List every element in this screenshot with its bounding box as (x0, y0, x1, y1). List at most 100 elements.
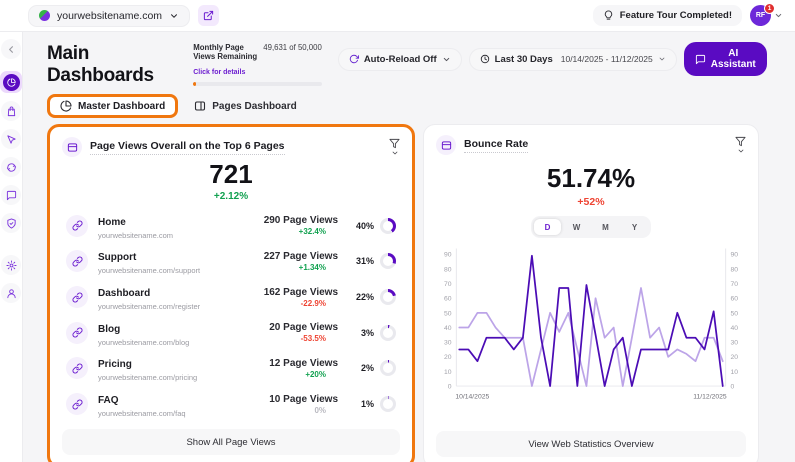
page-views-delta: 0% (226, 406, 338, 415)
date-range-picker[interactable]: Last 30 Days 10/14/2025 - 11/12/2025 (469, 48, 677, 71)
link-icon (66, 322, 88, 344)
browser-window-icon (436, 135, 456, 155)
total-page-views-delta: +2.12% (62, 191, 400, 202)
sidebar-item-security[interactable] (1, 213, 21, 233)
quota-widget: Monthly Page Views Remaining 49,631 of 5… (193, 43, 322, 86)
auto-reload-dropdown[interactable]: Auto-Reload Off (338, 48, 462, 71)
svg-text:20: 20 (731, 354, 739, 361)
collapse-sidebar-button[interactable] (1, 39, 21, 59)
sidebar-item-dashboard[interactable] (0, 71, 22, 93)
page-row-pricing[interactable]: Pricingyourwebsitename.com/pricing 12 Pa… (62, 354, 400, 382)
external-link-icon (203, 10, 214, 21)
link-icon (66, 250, 88, 272)
ai-assistant-button[interactable]: AI Assistant (684, 42, 767, 76)
page-name: Dashboard (98, 288, 150, 299)
master-dashboard-icon (60, 100, 72, 112)
tab-master-dashboard[interactable]: Master Dashboard (47, 94, 178, 118)
share-donut (380, 325, 396, 341)
page-views-count: 227 Page Views (226, 251, 338, 262)
svg-text:80: 80 (731, 266, 739, 273)
page-name: Home (98, 217, 126, 228)
chevron-down-icon (737, 147, 745, 155)
share-donut (380, 253, 396, 269)
site-name: yourwebsitename.com (57, 10, 162, 22)
share-percent: 2% (361, 363, 374, 373)
bag-icon (6, 106, 17, 117)
page-views-delta: +32.4% (226, 227, 338, 236)
tab-pages-dashboard[interactable]: Pages Dashboard (190, 97, 300, 115)
share-percent: 1% (361, 399, 374, 409)
svg-text:70: 70 (444, 281, 452, 288)
share-percent: 22% (356, 292, 374, 302)
page-url: yourwebsitename.com (98, 231, 226, 240)
page-row-faq[interactable]: FAQ yourwebsitename.com/faq 10 Page Views… (62, 390, 400, 418)
page-row-home[interactable]: Home yourwebsitename.com 290 Page Views+3… (62, 212, 400, 240)
svg-text:90: 90 (444, 252, 452, 259)
user-menu[interactable]: RF 1 (750, 5, 783, 26)
svg-text:30: 30 (444, 340, 452, 347)
auto-reload-label: Auto-Reload Off (364, 54, 437, 65)
page-header: Main Dashboards Monthly Page Views Remai… (47, 40, 767, 87)
sidebar-item-settings[interactable] (1, 255, 21, 275)
page-url: yourwebsitename.com/register (98, 302, 226, 311)
show-all-page-views-button[interactable]: Show All Page Views (62, 429, 400, 455)
quota-progress-bar (193, 82, 322, 86)
quota-details-link[interactable]: Click for details (193, 69, 245, 76)
svg-text:10: 10 (731, 369, 739, 376)
dashboard-icon (7, 78, 16, 87)
svg-text:40: 40 (444, 325, 452, 332)
svg-text:50: 50 (444, 310, 452, 317)
page-views-count: 290 Page Views (226, 215, 338, 226)
sidebar-item-account[interactable] (1, 283, 21, 303)
filter-button[interactable] (389, 138, 400, 157)
refresh-icon (349, 54, 359, 64)
period-option-week[interactable]: W (563, 219, 590, 235)
sidebar-item-interactions[interactable] (1, 129, 21, 149)
period-option-day[interactable]: D (534, 219, 561, 235)
sidebar-item-messages[interactable] (1, 185, 21, 205)
page-name: Pricing (98, 359, 132, 370)
chat-icon (695, 54, 706, 65)
chevron-down-icon (774, 11, 783, 20)
page-views-card: Page Views Overall on the Top 6 Pages 72… (47, 124, 415, 462)
filter-button[interactable] (735, 136, 746, 155)
sidebar-item-projects[interactable] (1, 101, 21, 121)
page-row-blog[interactable]: Blogyourwebsitename.com/blog 20 Page Vie… (62, 319, 400, 347)
period-option-month[interactable]: M (592, 219, 619, 235)
share-percent: 3% (361, 328, 374, 338)
view-web-statistics-button[interactable]: View Web Statistics Overview (436, 431, 746, 457)
page-views-delta: -53.5% (226, 334, 338, 343)
ai-assistant-label: AI Assistant (711, 48, 756, 70)
svg-text:11/12/2025: 11/12/2025 (693, 394, 727, 401)
pages-dashboard-icon (194, 100, 206, 112)
page-name: FAQ (98, 395, 119, 406)
page-views-count: 12 Page Views (226, 358, 338, 369)
tab-pages-label: Pages Dashboard (212, 101, 296, 112)
page-views-delta: +1.34% (226, 263, 338, 272)
bounce-rate-value: 51.74% (436, 163, 746, 194)
bounce-rate-card-title: Bounce Rate (464, 138, 528, 153)
feature-tour-badge[interactable]: Feature Tour Completed! (593, 5, 742, 26)
svg-text:10/14/2025: 10/14/2025 (455, 394, 489, 401)
shield-icon (6, 218, 17, 229)
page-row-dashboard[interactable]: Dashboardyourwebsitename.com/register 16… (62, 283, 400, 311)
feature-tour-label: Feature Tour Completed! (620, 10, 732, 21)
page-url: yourwebsitename.com/faq (98, 409, 226, 418)
page-list: Home yourwebsitename.com 290 Page Views+3… (62, 208, 400, 422)
svg-text:0: 0 (448, 383, 452, 390)
tab-master-label: Master Dashboard (78, 101, 165, 112)
share-donut (380, 396, 396, 412)
page-views-count: 10 Page Views (226, 394, 338, 405)
svg-text:40: 40 (731, 325, 739, 332)
page-row-support[interactable]: Supportyourwebsitename.com/support 227 P… (62, 247, 400, 275)
svg-text:90: 90 (731, 252, 739, 259)
user-icon (6, 288, 17, 299)
sidebar-item-automation[interactable] (1, 157, 21, 177)
share-donut (380, 360, 396, 376)
share-button[interactable] (198, 5, 219, 26)
total-page-views: 721 (62, 159, 400, 190)
period-option-year[interactable]: Y (621, 219, 648, 235)
gear-icon (6, 260, 17, 271)
quota-value: 49,631 of 50,000 (263, 43, 322, 52)
site-selector[interactable]: yourwebsitename.com (28, 5, 190, 27)
